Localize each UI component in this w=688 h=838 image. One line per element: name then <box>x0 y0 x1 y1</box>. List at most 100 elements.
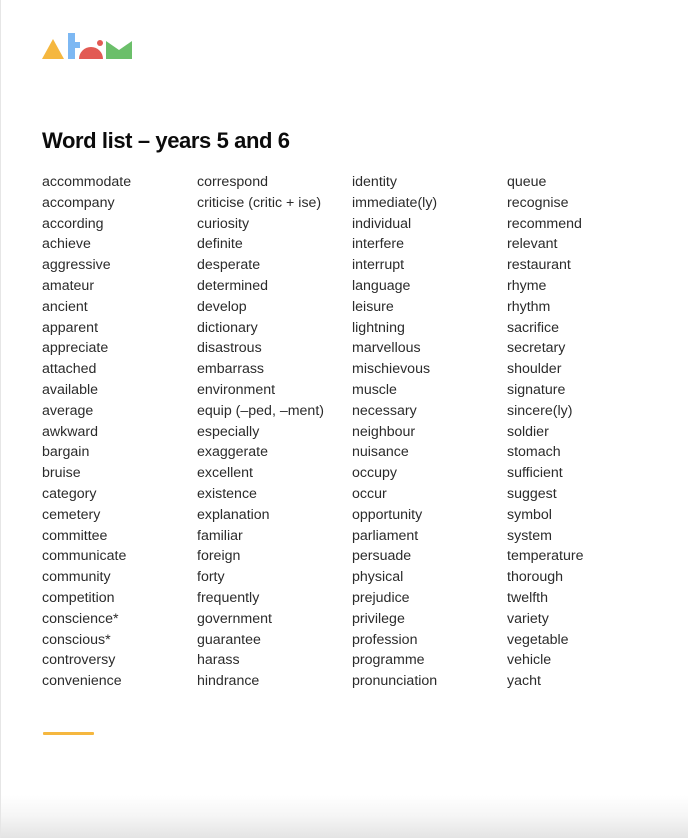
word-list-item: queue <box>507 174 547 190</box>
word-column-4: queue recognise recommend relevant restauran… <box>507 172 662 692</box>
word-list-item: curiosity <box>197 215 250 232</box>
accent-divider <box>43 732 94 735</box>
word-list-item: category <box>42 485 97 502</box>
word-list-item: privilege <box>352 610 405 627</box>
word-list-item: marvellous <box>352 340 421 357</box>
word-list-item: rhythm <box>507 298 551 315</box>
word-list-item: profession <box>352 631 418 648</box>
word-list-item: aggressive <box>42 257 111 274</box>
word-list-item: accompany <box>42 194 115 211</box>
word-list-item: individual <box>352 215 412 232</box>
word-list-item: appreciate <box>42 340 109 357</box>
word-list-item: sacrifice <box>507 319 560 336</box>
word-list-item: mischievous <box>352 361 431 378</box>
word-list-item: neighbour <box>352 423 416 440</box>
word-list-item: correspond <box>197 174 268 190</box>
word-list-item: bargain <box>42 444 90 461</box>
word-list-item: conscience* <box>42 610 119 627</box>
word-list: accommodate accompany according achieve aggr… <box>42 172 662 692</box>
word-list-item: necessary <box>352 402 417 419</box>
word-list-item: accommodate <box>42 174 132 190</box>
word-list-item: harass <box>197 652 240 669</box>
word-list-item: bruise <box>42 465 81 482</box>
word-list-item: frequently <box>197 589 260 606</box>
word-list-item: determined <box>197 277 268 294</box>
word-list-item: ancient <box>42 298 88 315</box>
word-list-item: available <box>42 381 99 398</box>
word-list-item: occupy <box>352 465 397 482</box>
word-list-item: foreign <box>197 548 241 565</box>
word-list-item: sincere(ly) <box>507 402 573 419</box>
word-list-item: according <box>42 215 104 232</box>
word-list-item: conscious* <box>42 631 111 648</box>
word-list-item: physical <box>352 569 404 586</box>
word-list-item: signature <box>507 381 566 398</box>
word-list-item: restaurant <box>507 257 571 274</box>
word-list-item: definite <box>197 236 243 253</box>
word-list-item: opportunity <box>352 506 423 523</box>
word-list-item: average <box>42 402 94 419</box>
word-list-item: occur <box>352 485 387 502</box>
document-page: Word list – years 5 and 6 accommodate acc… <box>0 0 688 838</box>
logo-bar-crossbar-icon <box>68 42 80 48</box>
word-list-item: thorough <box>507 569 564 586</box>
word-list-item: guarantee <box>197 631 261 648</box>
word-list-item: secretary <box>507 340 566 357</box>
word-list-item: existence <box>197 485 257 502</box>
word-list-item: vehicle <box>507 652 552 669</box>
word-list-item: competition <box>42 589 115 606</box>
word-list-item: prejudice <box>352 589 410 606</box>
atom-logo <box>42 33 132 59</box>
page-title: Word list – years 5 and 6 <box>42 128 290 153</box>
word-list-item: committee <box>42 527 108 544</box>
word-list-item: pronunciation <box>352 673 438 690</box>
word-list-item: government <box>197 610 272 627</box>
word-list-item: programme <box>352 652 425 669</box>
word-list-item: familiar <box>197 527 243 544</box>
word-list-item: disastrous <box>197 340 262 357</box>
word-list-item: equip (–ped, –ment) <box>197 402 324 419</box>
logo-dot-icon <box>97 40 103 46</box>
word-column-1: accommodate accompany according achieve aggr… <box>42 172 197 692</box>
logo-triangle-icon <box>42 39 64 59</box>
word-list-item: dictionary <box>197 319 258 336</box>
word-list-item: awkward <box>42 423 98 440</box>
word-list-item: vegetable <box>507 631 569 648</box>
word-list-item: muscle <box>352 381 397 398</box>
word-list-item: especially <box>197 423 260 440</box>
word-list-item: achieve <box>42 236 91 253</box>
word-list-item: variety <box>507 610 549 627</box>
word-column-2: correspond criticise (critic + ise) curios… <box>197 172 352 692</box>
word-list-item: system <box>507 527 552 544</box>
word-list-item: temperature <box>507 548 584 565</box>
word-list-item: explanation <box>197 506 270 523</box>
word-list-item: rhyme <box>507 277 547 294</box>
logo-dome-icon <box>79 47 103 59</box>
word-list-item: communicate <box>42 548 127 565</box>
word-list-item: criticise (critic + ise) <box>197 194 322 211</box>
word-list-item: desperate <box>197 257 261 274</box>
word-list-item: lightning <box>352 319 405 336</box>
word-list-item: symbol <box>507 506 552 523</box>
word-list-item: relevant <box>507 236 558 253</box>
word-list-item: controversy <box>42 652 116 669</box>
word-list-item: apparent <box>42 319 99 336</box>
word-list-item: persuade <box>352 548 412 565</box>
word-list-item: community <box>42 569 111 586</box>
word-list-item: parliament <box>352 527 419 544</box>
word-list-item: language <box>352 277 411 294</box>
word-list-item: nuisance <box>352 444 409 461</box>
word-list-item: cemetery <box>42 506 101 523</box>
word-list-item: embarrass <box>197 361 265 378</box>
word-list-item: exaggerate <box>197 444 268 461</box>
word-list-item: soldier <box>507 423 549 440</box>
word-list-item: sufficient <box>507 465 563 482</box>
word-list-item: twelfth <box>507 589 549 606</box>
word-list-item: identity <box>352 174 397 190</box>
word-list-item: interfere <box>352 236 405 253</box>
word-column-3: identity immediate(ly) individual interfere… <box>352 172 507 692</box>
word-list-item: develop <box>197 298 247 315</box>
word-list-item: amateur <box>42 277 95 294</box>
word-list-item: convenience <box>42 673 122 690</box>
word-list-item: immediate(ly) <box>352 194 438 211</box>
